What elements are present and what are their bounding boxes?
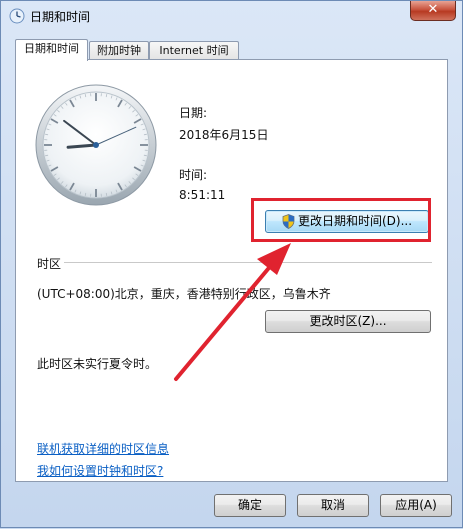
close-button[interactable]: ✕ (410, 1, 456, 21)
tab-additional-clocks[interactable]: 附加时钟 (89, 41, 149, 60)
date-label: 日期: (179, 104, 207, 121)
timezone-section-label: 时区 (37, 255, 61, 272)
tab-date-time[interactable]: 日期和时间 (15, 39, 88, 61)
dst-note: 此时区未实行夏令时。 (37, 355, 157, 372)
close-icon: ✕ (428, 2, 439, 17)
clock-globe-icon (9, 8, 25, 24)
analog-clock (34, 83, 158, 207)
tab-panel: 日期: 2018年6月15日 时间: 8:51:11 更改日期和时间(D)...… (15, 59, 448, 482)
cancel-button[interactable]: 取消 (297, 494, 369, 517)
time-label: 时间: (179, 166, 207, 183)
change-timezone-button[interactable]: 更改时区(Z)... (265, 310, 431, 333)
clock-center-pin (93, 142, 99, 148)
clock-help-link[interactable]: 我如何设置时钟和时区? (37, 462, 163, 479)
title-bar[interactable]: 日期和时间 ✕ (1, 1, 462, 31)
timezone-divider (64, 262, 432, 263)
tab-internet-time[interactable]: Internet 时间 (149, 41, 239, 60)
window-title: 日期和时间 (30, 8, 90, 25)
timezone-info-link[interactable]: 联机获取详细的时区信息 (37, 440, 169, 457)
date-value: 2018年6月15日 (179, 126, 268, 143)
annotation-highlight-box (251, 198, 431, 242)
timezone-value: (UTC+08:00)北京，重庆，香港特别行政区，乌鲁木齐 (37, 285, 331, 302)
apply-button[interactable]: 应用(A) (380, 494, 452, 517)
ok-button[interactable]: 确定 (214, 494, 286, 517)
time-value: 8:51:11 (179, 188, 225, 202)
date-time-dialog: 日期和时间 ✕ 日期和时间 附加时钟 Internet 时间 (0, 0, 463, 528)
